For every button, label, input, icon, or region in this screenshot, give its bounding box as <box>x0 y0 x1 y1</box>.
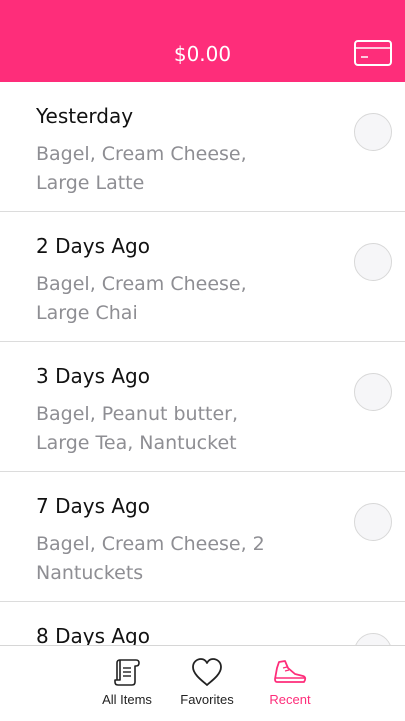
tab-bar: All Items Favorites Recent <box>0 645 405 720</box>
order-items: Bagel, Cream Cheese, Large Chai <box>36 273 247 324</box>
tab-favorites[interactable]: Favorites <box>162 646 252 721</box>
balance-title: $0.00 <box>173 42 232 66</box>
tab-label: Recent <box>269 692 311 707</box>
order-date: Yesterday <box>36 104 134 128</box>
order-date: 2 Days Ago <box>36 234 150 258</box>
tab-recent[interactable]: Recent <box>245 646 335 721</box>
order-items: Bagel, Peanut butter, Large Tea, Nantuck… <box>36 403 239 454</box>
order-row[interactable]: Yesterday Bagel, Cream Cheese, Large Lat… <box>0 82 405 212</box>
tab-label: All Items <box>102 692 152 707</box>
order-select-radio[interactable] <box>354 243 392 281</box>
recent-orders-list[interactable]: Yesterday Bagel, Cream Cheese, Large Lat… <box>0 82 405 645</box>
credit-card-button[interactable] <box>354 40 392 66</box>
order-select-radio[interactable] <box>354 503 392 541</box>
order-items: Bagel, Cream Cheese, Large Latte <box>36 143 247 194</box>
heart-icon <box>192 658 222 686</box>
order-date: 3 Days Ago <box>36 364 150 388</box>
order-date: 7 Days Ago <box>36 494 150 518</box>
order-date: 8 Days Ago <box>36 624 150 645</box>
sneaker-icon <box>274 660 307 683</box>
order-select-radio[interactable] <box>354 633 392 645</box>
tab-label: Favorites <box>180 692 234 707</box>
order-row[interactable]: 3 Days Ago Bagel, Peanut butter, Large T… <box>0 342 405 472</box>
top-bar: $0.00 <box>0 0 405 82</box>
order-select-radio[interactable] <box>354 373 392 411</box>
order-select-radio[interactable] <box>354 113 392 151</box>
order-row[interactable]: 8 Days Ago <box>0 602 405 645</box>
scroll-icon <box>114 659 140 686</box>
order-row[interactable]: 2 Days Ago Bagel, Cream Cheese, Large Ch… <box>0 212 405 342</box>
credit-card-icon <box>354 40 392 66</box>
tab-all-items[interactable]: All Items <box>82 646 172 721</box>
order-items: Bagel, Cream Cheese, 2 Nantuckets <box>36 533 265 584</box>
order-row[interactable]: 7 Days Ago Bagel, Cream Cheese, 2 Nantuc… <box>0 472 405 602</box>
